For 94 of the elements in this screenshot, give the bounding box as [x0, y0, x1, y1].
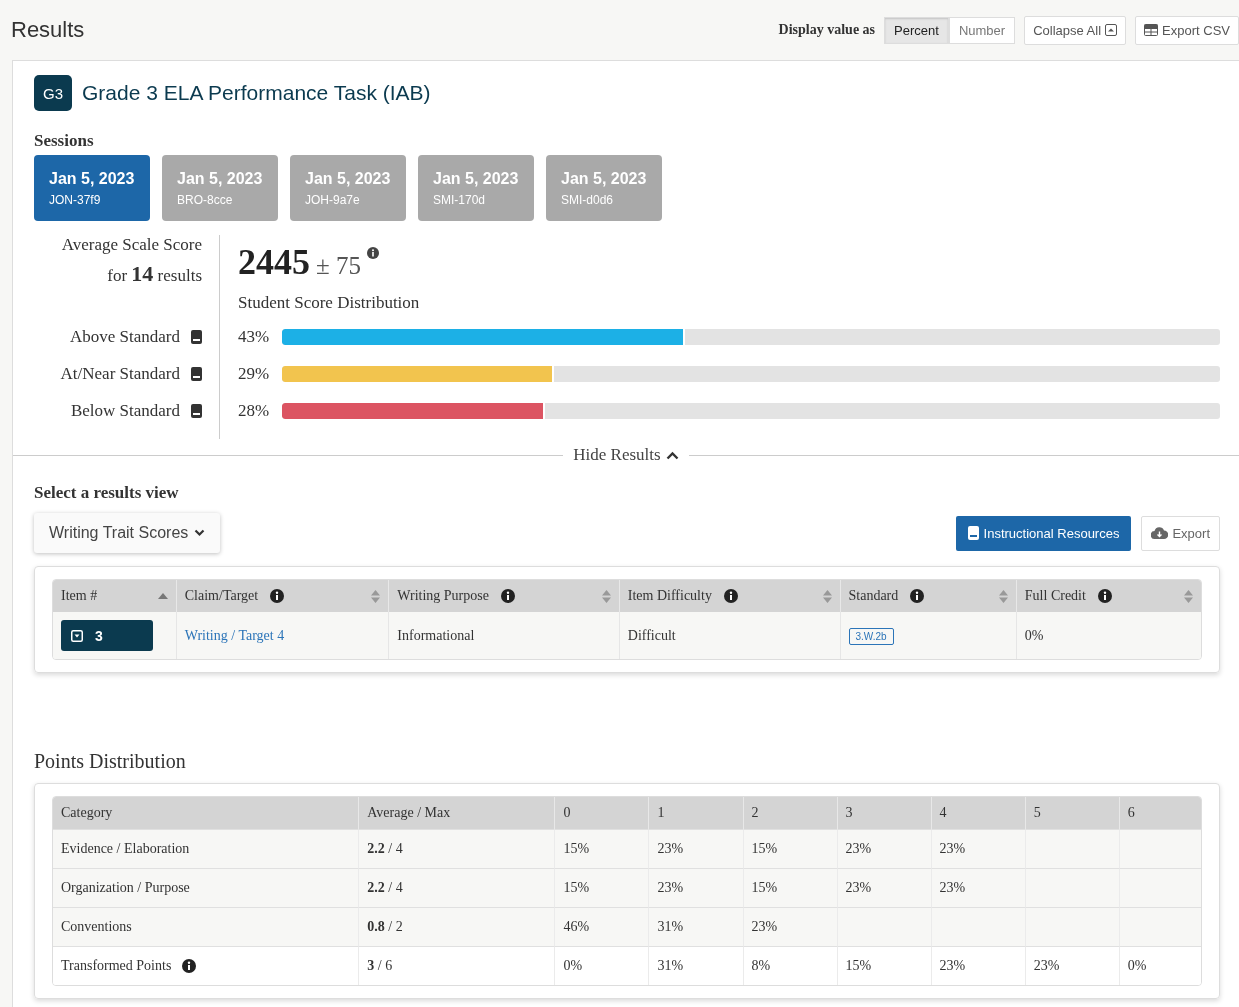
display-label: Display value as: [778, 22, 876, 38]
table-cell: 31%: [648, 946, 743, 985]
column-header[interactable]: Claim/Target: [175, 580, 389, 612]
book-icon[interactable]: [191, 330, 202, 344]
collapse-icon: [1105, 24, 1118, 36]
score-label: Average Scale Score: [61, 235, 202, 255]
table-cell: 0%: [1118, 946, 1201, 985]
table-icon: [1144, 24, 1159, 36]
book-icon[interactable]: [191, 367, 202, 381]
claim-target-link[interactable]: Writing / Target 4: [184, 627, 285, 643]
item-toggle-button[interactable]: 3: [61, 620, 153, 651]
table-cell: Difficult: [618, 612, 840, 659]
table-cell: 23%: [930, 868, 1025, 907]
sort-ascending-icon[interactable]: [157, 593, 168, 599]
column-header[interactable]: Standard: [839, 580, 1016, 612]
table-cell: 8%: [742, 946, 837, 985]
points-distribution-title: Points Distribution: [34, 750, 187, 773]
column-header: Average / Max: [358, 797, 555, 829]
table-cell: 0%: [1015, 612, 1201, 659]
column-header: 0: [554, 797, 649, 829]
column-header: 5: [1024, 797, 1119, 829]
book-icon: [967, 526, 979, 540]
column-header: 6: [1118, 797, 1201, 829]
table-cell: 15%: [836, 946, 931, 985]
table-cell: 23%: [742, 907, 837, 946]
category-label: Conventions: [61, 919, 132, 935]
info-icon[interactable]: [910, 589, 925, 603]
grade-badge: G3: [34, 75, 72, 111]
column-header[interactable]: Writing Purpose: [388, 580, 619, 612]
table-cell: 0.8 / 2: [358, 907, 555, 946]
column-header[interactable]: Item Difficulty: [618, 580, 840, 612]
table-cell: 3 / 6: [358, 946, 555, 985]
display-toggle[interactable]: Percent: [884, 16, 949, 44]
table-cell: 15%: [742, 868, 837, 907]
export-button[interactable]: Export: [1141, 515, 1220, 551]
table-cell: 0%: [554, 946, 649, 985]
info-icon[interactable]: [723, 589, 738, 603]
expand-icon: [71, 629, 83, 642]
column-header: 4: [930, 797, 1025, 829]
column-header[interactable]: Full Credit: [1015, 580, 1201, 612]
export-csv-button[interactable]: Export CSV: [1135, 15, 1239, 45]
table-cell: 2.2 / 4: [358, 829, 555, 868]
column-header: Category: [53, 797, 359, 829]
sessions-label: Sessions: [34, 131, 95, 151]
level-percent: 43%: [238, 327, 271, 347]
score-error: ± 75: [316, 252, 361, 280]
instructional-resources-button[interactable]: Instructional Resources: [955, 515, 1132, 551]
info-icon[interactable]: [270, 589, 285, 603]
table-cell: 15%: [554, 829, 649, 868]
scale-score: 2445: [238, 241, 310, 283]
category-label: Organization / Purpose: [61, 880, 190, 896]
table-cell: 31%: [648, 907, 743, 946]
level-percent: 28%: [238, 401, 271, 421]
table-cell: 2.2 / 4: [358, 868, 555, 907]
level-percent: 29%: [238, 364, 271, 384]
table-cell: 23%: [648, 868, 743, 907]
level-label: At/Near Standard: [60, 364, 180, 384]
category-label: Evidence / Elaboration: [61, 841, 190, 857]
column-header: 1: [648, 797, 743, 829]
result-count: for 14 results: [107, 261, 202, 287]
display-toggle[interactable]: Number: [948, 16, 1016, 44]
table-cell: 46%: [554, 907, 649, 946]
book-icon[interactable]: [191, 404, 202, 418]
session-button[interactable]: Jan 5, 2023 JON-37f9: [34, 155, 150, 221]
distribution-title: Student Score Distribution: [238, 293, 421, 313]
cloud-download-icon: [1151, 527, 1169, 539]
info-icon[interactable]: [1097, 589, 1112, 603]
category-label: Transformed Points: [61, 958, 172, 974]
results-view-dropdown[interactable]: Writing Trait Scores: [34, 513, 221, 553]
table-cell: 15%: [554, 868, 649, 907]
results-view-label: Select a results view: [34, 483, 180, 503]
table-cell: 15%: [742, 829, 837, 868]
info-icon[interactable]: [367, 247, 379, 259]
level-label: Above Standard: [70, 327, 180, 347]
column-header: 3: [836, 797, 931, 829]
standard-tag[interactable]: 3.W.2b: [848, 627, 894, 645]
chevron-up-icon: [665, 450, 679, 460]
assessment-title: Grade 3 ELA Performance Task (IAB): [82, 81, 431, 105]
collapse-all-button[interactable]: Collapse All: [1024, 15, 1127, 45]
chevron-down-icon: [194, 529, 206, 537]
hide-results-button[interactable]: Hide Results: [563, 445, 689, 465]
table-cell: 23%: [930, 946, 1025, 985]
page-title: Results: [11, 17, 85, 43]
table-cell: 23%: [930, 829, 1025, 868]
info-icon[interactable]: [500, 589, 515, 603]
table-cell: Informational: [388, 612, 619, 659]
info-icon[interactable]: [182, 959, 197, 973]
level-label: Below Standard: [70, 401, 180, 421]
column-header[interactable]: Item #: [53, 580, 176, 612]
table-cell: 23%: [836, 868, 931, 907]
table-cell: 23%: [836, 829, 931, 868]
column-header: 2: [742, 797, 837, 829]
table-cell: 23%: [648, 829, 743, 868]
table-cell: 23%: [1024, 946, 1119, 985]
